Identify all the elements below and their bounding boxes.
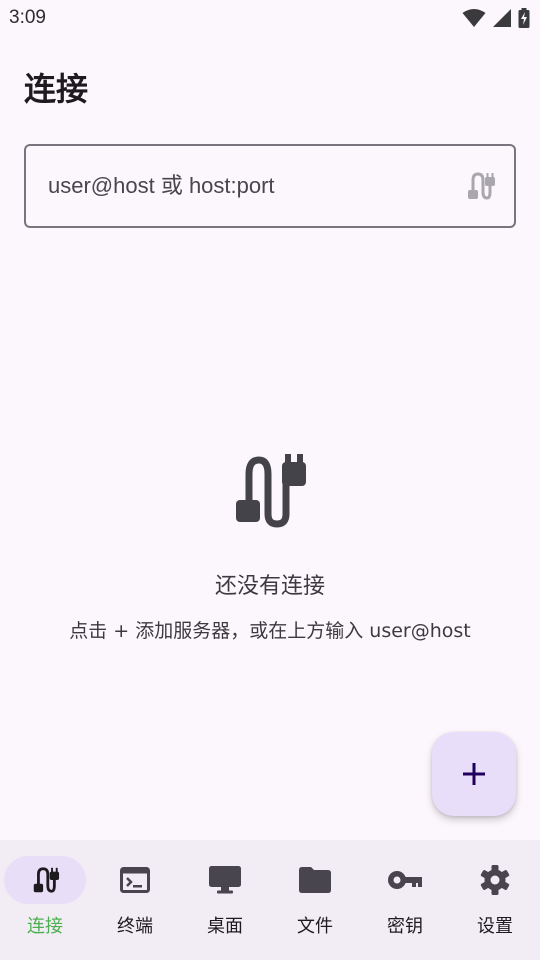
connect-input[interactable] — [48, 146, 448, 226]
cable-icon — [33, 867, 60, 893]
terminal-icon — [120, 867, 150, 893]
monitor-icon — [209, 866, 241, 894]
cable-icon — [236, 454, 306, 528]
nav-label: 文件 — [297, 916, 333, 937]
nav-item-keys[interactable]: 密钥 — [360, 840, 450, 960]
nav-item-terminal[interactable]: 终端 — [90, 840, 180, 960]
nav-item-settings[interactable]: 设置 — [450, 840, 540, 960]
gear-icon — [480, 865, 510, 895]
nav-label: 连接 — [27, 916, 63, 937]
nav-label: 终端 — [117, 916, 153, 937]
cellular-signal-icon — [493, 9, 511, 27]
battery-icon — [518, 8, 530, 28]
bottom-navigation: 连接 终端 桌面 文件 密钥 设置 — [0, 840, 540, 960]
nav-item-connections[interactable]: 连接 — [0, 840, 90, 960]
nav-active-indicator — [4, 856, 86, 904]
status-bar: 3:09 — [0, 0, 540, 36]
empty-state-subtitle: 点击 + 添加服务器，或在上方输入 user@host — [69, 620, 471, 642]
status-time: 3:09 — [9, 7, 46, 28]
cable-icon[interactable] — [464, 170, 496, 206]
plus-icon — [463, 763, 485, 785]
key-icon — [388, 871, 422, 889]
add-server-button[interactable] — [432, 732, 516, 816]
empty-state-title: 还没有连接 — [214, 574, 325, 599]
nav-item-desktop[interactable]: 桌面 — [180, 840, 270, 960]
connect-input-box[interactable] — [24, 144, 516, 228]
folder-icon — [299, 867, 331, 893]
wifi-icon — [462, 9, 486, 27]
nav-item-files[interactable]: 文件 — [270, 840, 360, 960]
page-title: 连接 — [24, 70, 89, 108]
status-icons — [462, 8, 530, 28]
nav-label: 密钥 — [387, 916, 423, 937]
empty-state: 还没有连接 点击 + 添加服务器，或在上方输入 user@host — [0, 454, 540, 643]
nav-label: 桌面 — [207, 916, 243, 937]
nav-label: 设置 — [477, 916, 513, 937]
